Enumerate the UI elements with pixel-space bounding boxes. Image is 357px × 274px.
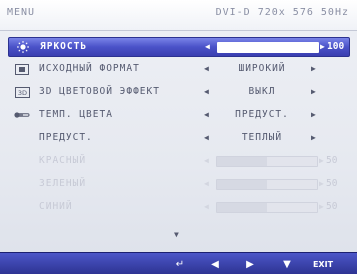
left-key-icon[interactable]: ◀ bbox=[208, 257, 222, 271]
slider-left-arrow-icon[interactable]: ◀ bbox=[205, 42, 210, 51]
menu-item-label: СИНИЙ bbox=[39, 201, 73, 212]
value-slider[interactable] bbox=[217, 42, 319, 53]
osd-footer-keys: ↵ ◀ ▶ ▼ EXIT bbox=[0, 252, 357, 274]
menu-item-1[interactable]: ЯРКОСТЬ ◀ ▶ 100 bbox=[8, 37, 350, 57]
slider-left-arrow-icon: ◀ bbox=[204, 202, 209, 211]
resolution: 720x 576 bbox=[257, 7, 314, 18]
thermometer-icon bbox=[14, 109, 30, 121]
slider-right-arrow-icon: ▶ bbox=[319, 179, 324, 188]
aspect-ratio-icon bbox=[14, 63, 30, 75]
option-left-arrow-icon[interactable]: ◀ bbox=[204, 64, 209, 73]
slider-left-arrow-icon: ◀ bbox=[204, 156, 209, 165]
exit-key[interactable]: EXIT bbox=[311, 257, 335, 271]
option-left-arrow-icon[interactable]: ◀ bbox=[204, 110, 209, 119]
slider-fill bbox=[217, 203, 267, 212]
slider-value: 50 bbox=[326, 155, 338, 166]
svg-text:3D: 3D bbox=[17, 89, 26, 97]
option-value: ШИРОКИЙ bbox=[238, 63, 286, 74]
slider-value: 50 bbox=[326, 178, 338, 189]
sun-brightness-icon bbox=[15, 41, 31, 53]
slider-value: 100 bbox=[327, 41, 345, 52]
menu-item-8: СИНИЙ ◀ ▶ 50 bbox=[8, 198, 348, 216]
menu-item-2[interactable]: ИСХОДНЫЙ ФОРМАТ ◀ ШИРОКИЙ ▶ bbox=[8, 60, 348, 78]
osd-header: MENU DVI-D 720x 576 50Hz bbox=[0, 0, 357, 31]
option-left-arrow-icon[interactable]: ◀ bbox=[204, 87, 209, 96]
refresh-rate: 50Hz bbox=[320, 7, 349, 18]
slider-value: 50 bbox=[326, 201, 338, 212]
option-left-arrow-icon[interactable]: ◀ bbox=[204, 133, 209, 142]
menu-item-label: ЗЕЛЕНЫЙ bbox=[39, 178, 87, 189]
option-value: ВЫКЛ bbox=[248, 86, 276, 97]
osd-menu: MENU DVI-D 720x 576 50Hz ЯРКОСТЬ ◀ ▶ 100 ИС… bbox=[0, 0, 357, 274]
menu-item-label: 3D ЦВЕТОВОЙ ЭФФЕКТ bbox=[39, 86, 160, 97]
return-key-icon[interactable]: ↵ bbox=[173, 257, 187, 271]
menu-item-label: ТЕМП. ЦВЕТА bbox=[39, 109, 113, 120]
value-slider bbox=[216, 179, 318, 190]
menu-item-label: ПРЕДУСТ. bbox=[39, 132, 93, 143]
down-key-icon[interactable]: ▼ bbox=[280, 257, 294, 271]
slider-right-arrow-icon[interactable]: ▶ bbox=[320, 42, 325, 51]
value-slider bbox=[216, 202, 318, 213]
menu-item-6: КРАСНЫЙ ◀ ▶ 50 bbox=[8, 152, 348, 170]
option-right-arrow-icon[interactable]: ▶ bbox=[311, 64, 316, 73]
input-source: DVI-D bbox=[215, 7, 251, 18]
option-right-arrow-icon[interactable]: ▶ bbox=[311, 133, 316, 142]
option-right-arrow-icon[interactable]: ▶ bbox=[311, 87, 316, 96]
option-value: ТЕПЛЫЙ bbox=[241, 132, 283, 143]
option-value: ПРЕДУСТ. bbox=[235, 109, 289, 120]
menu-item-5[interactable]: ПРЕДУСТ. ◀ ТЕПЛЫЙ ▶ bbox=[8, 129, 348, 147]
slider-fill bbox=[218, 43, 318, 52]
menu-item-3[interactable]: 3D 3D ЦВЕТОВОЙ ЭФФЕКТ ◀ ВЫКЛ ▶ bbox=[8, 83, 348, 101]
menu-item-7: ЗЕЛЕНЫЙ ◀ ▶ 50 bbox=[8, 175, 348, 193]
slider-right-arrow-icon: ▶ bbox=[319, 156, 324, 165]
option-right-arrow-icon[interactable]: ▶ bbox=[311, 110, 316, 119]
menu-item-label: ЯРКОСТЬ bbox=[40, 41, 88, 52]
menu-item-label: ИСХОДНЫЙ ФОРМАТ bbox=[39, 63, 140, 74]
down-arrow-icon: ▼ bbox=[174, 230, 179, 239]
menu-title: MENU bbox=[7, 7, 36, 18]
slider-fill bbox=[217, 180, 267, 189]
menu-item-label: КРАСНЫЙ bbox=[39, 155, 87, 166]
slider-left-arrow-icon: ◀ bbox=[204, 179, 209, 188]
menu-item-4[interactable]: ТЕМП. ЦВЕТА ◀ ПРЕДУСТ. ▶ bbox=[8, 106, 348, 124]
3d-icon: 3D bbox=[14, 86, 30, 98]
menu-list: ЯРКОСТЬ ◀ ▶ 100 ИСХОДНЫЙ ФОРМАТ ◀ ШИРОКИЙ ▶ 3D… bbox=[0, 34, 357, 248]
slider-fill bbox=[217, 157, 267, 166]
value-slider bbox=[216, 156, 318, 167]
signal-info: DVI-D 720x 576 50Hz bbox=[216, 7, 349, 18]
right-key-icon[interactable]: ▶ bbox=[243, 257, 257, 271]
slider-right-arrow-icon: ▶ bbox=[319, 202, 324, 211]
